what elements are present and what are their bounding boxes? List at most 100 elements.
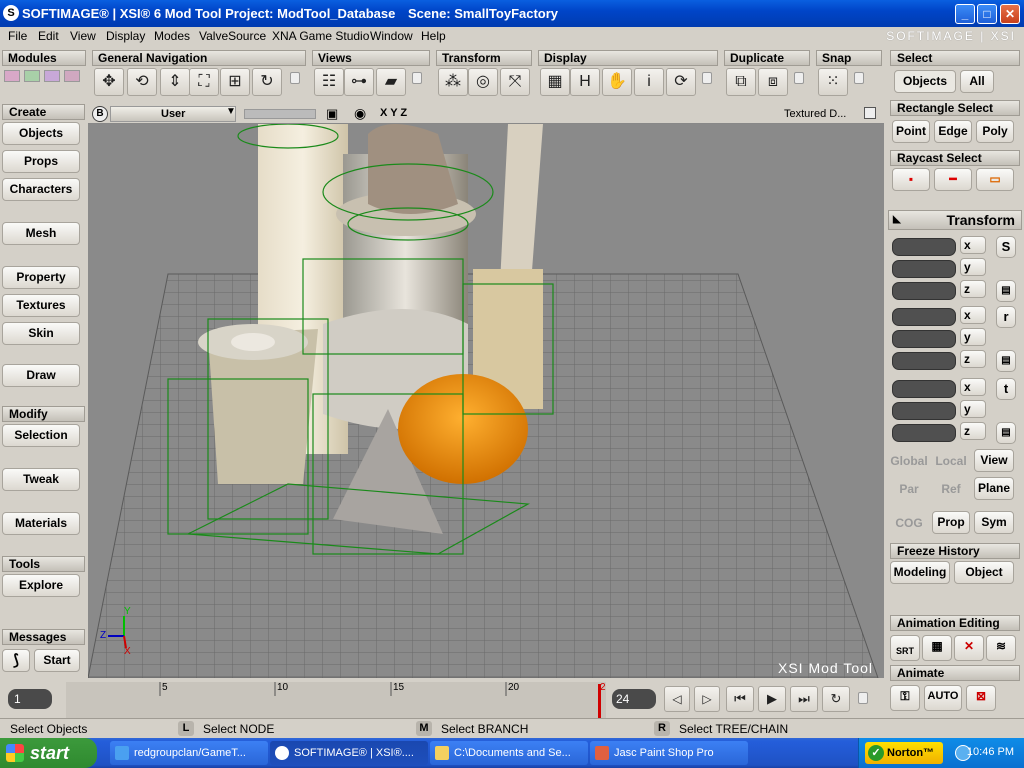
select-all-button[interactable]: All: [960, 70, 994, 93]
raycast-poly-icon[interactable]: ▭: [976, 168, 1014, 191]
timeline-ruler[interactable]: 5 10 15 20 2: [66, 682, 606, 718]
snap-options-icon[interactable]: [854, 72, 864, 84]
hide-unhide-icon[interactable]: H: [570, 68, 600, 96]
playback-options-icon[interactable]: [858, 692, 868, 704]
module-swatch[interactable]: [24, 70, 40, 82]
last-frame-icon[interactable]: ⏭: [790, 686, 818, 712]
tools-header[interactable]: Tools: [2, 556, 85, 572]
auto-key-button[interactable]: AUTO: [924, 685, 962, 711]
select-header[interactable]: Select: [890, 50, 1020, 66]
animation-editing-header[interactable]: Animation Editing: [890, 615, 1020, 631]
minimize-button[interactable]: _: [955, 4, 975, 24]
transform-toolbar-header[interactable]: Transform: [436, 50, 532, 66]
translate-z-button[interactable]: z: [960, 422, 986, 440]
chevron-down-icon[interactable]: ▼: [226, 106, 236, 117]
rotate-options-icon[interactable]: ▤: [996, 350, 1016, 372]
cog-button[interactable]: COG: [888, 512, 930, 535]
scale-button[interactable]: S: [996, 236, 1016, 258]
duplicate-options-icon[interactable]: [794, 72, 804, 84]
camera-dropdown[interactable]: User: [110, 106, 236, 122]
modify-tweak-button[interactable]: Tweak: [2, 468, 80, 491]
menu-help[interactable]: Help: [421, 29, 446, 43]
loop-icon[interactable]: ↻: [822, 686, 850, 712]
par-space-button[interactable]: Par: [888, 478, 930, 501]
taskbar-item-softimage[interactable]: SOFTIMAGE® | XSI®....: [270, 741, 428, 765]
navigation-options-icon[interactable]: [290, 72, 300, 84]
duplicate-header[interactable]: Duplicate: [724, 50, 810, 66]
scale-x-button[interactable]: x: [960, 236, 986, 254]
module-swatch[interactable]: [44, 70, 60, 82]
menu-edit[interactable]: Edit: [38, 29, 59, 43]
modules-swatches[interactable]: [4, 70, 84, 84]
display-options-icon[interactable]: [702, 72, 712, 84]
translate-options-icon[interactable]: ▤: [996, 422, 1016, 444]
modules-header[interactable]: Modules: [2, 50, 86, 66]
layers-icon[interactable]: ≋: [986, 635, 1016, 661]
scale-options-icon[interactable]: ▤: [996, 280, 1016, 302]
poly-select-button[interactable]: Poly: [976, 120, 1014, 143]
draw-button[interactable]: Draw: [2, 364, 80, 387]
create-skin-button[interactable]: Skin: [2, 322, 80, 345]
global-space-button[interactable]: Global: [888, 450, 930, 473]
taskbar-item-browser[interactable]: redgroupclan/GameT...: [110, 741, 268, 765]
start-menu-button[interactable]: start: [0, 738, 97, 768]
module-swatch[interactable]: [4, 70, 20, 82]
scale-z-field[interactable]: [892, 282, 956, 300]
create-mesh-button[interactable]: Mesh: [2, 222, 80, 245]
views-options-icon[interactable]: [412, 72, 422, 84]
animate-header[interactable]: Animate: [890, 665, 1020, 681]
scale-z-button[interactable]: z: [960, 280, 986, 298]
start-frame-field[interactable]: 1: [8, 689, 52, 709]
ref-space-button[interactable]: Ref: [932, 478, 970, 501]
srt-button[interactable]: SRT: [890, 635, 920, 661]
transform-panel-header[interactable]: ◣ Transform: [888, 210, 1022, 230]
3d-viewport[interactable]: B User ▼ ▣ ◉ X Y Z Textured D... Y Z X X…: [88, 104, 884, 678]
instance-icon[interactable]: ⧈: [758, 68, 788, 96]
modify-selection-button[interactable]: Selection: [2, 424, 80, 447]
schematic-view-icon[interactable]: ⊶: [344, 68, 374, 96]
snap-header[interactable]: Snap: [816, 50, 882, 66]
rotate-z-field[interactable]: [892, 352, 956, 370]
point-select-button[interactable]: Point: [892, 120, 930, 143]
rotate-tool-icon[interactable]: ◎: [468, 68, 498, 96]
plane-space-button[interactable]: Plane: [974, 477, 1014, 500]
view-space-button[interactable]: View: [974, 449, 1014, 472]
materials-button[interactable]: Materials: [2, 512, 80, 535]
start-button[interactable]: Start: [34, 649, 80, 672]
info-icon[interactable]: i: [634, 68, 664, 96]
create-textures-button[interactable]: Textures: [2, 294, 80, 317]
display-header[interactable]: Display: [538, 50, 718, 66]
rotate-z-button[interactable]: z: [960, 350, 986, 368]
menu-window[interactable]: Window: [370, 29, 413, 43]
modify-header[interactable]: Modify: [2, 406, 85, 422]
orbit-camera-icon[interactable]: ⟲: [127, 68, 157, 96]
funnel-object[interactable]: [368, 124, 458, 214]
translate-x-button[interactable]: x: [960, 378, 986, 396]
reset-camera-icon[interactable]: ↻: [252, 68, 282, 96]
sym-button[interactable]: Sym: [974, 511, 1014, 534]
previous-frame-icon[interactable]: ◁: [664, 686, 690, 712]
command-icon[interactable]: ⟆: [2, 649, 30, 672]
scale-y-button[interactable]: y: [960, 258, 986, 276]
next-frame-icon[interactable]: ▷: [694, 686, 720, 712]
first-frame-icon[interactable]: ⏮: [726, 686, 754, 712]
freeze-modeling-button[interactable]: Modeling: [890, 561, 950, 584]
frame-all-icon[interactable]: ⊞: [220, 68, 250, 96]
raycast-select-header[interactable]: Raycast Select: [890, 150, 1020, 166]
translate-z-field[interactable]: [892, 424, 956, 442]
play-icon[interactable]: ▶: [758, 686, 786, 712]
explorer-view-icon[interactable]: ☷: [314, 68, 344, 96]
module-swatch[interactable]: [64, 70, 80, 82]
menu-display[interactable]: Display: [106, 29, 145, 43]
rotate-y-button[interactable]: y: [960, 328, 986, 346]
collapse-arrow-icon[interactable]: ◣: [893, 211, 901, 229]
prop-button[interactable]: Prop: [932, 511, 970, 534]
menu-xna-game-studio[interactable]: XNA Game Studio: [272, 29, 369, 43]
norton-tray-button[interactable]: ✓ Norton™: [865, 742, 943, 764]
taskbar-item-paintshop[interactable]: Jasc Paint Shop Pro: [590, 741, 748, 765]
create-property-button[interactable]: Property: [2, 266, 80, 289]
viewport-letter-badge[interactable]: B: [92, 106, 108, 122]
messages-header[interactable]: Messages: [2, 629, 85, 645]
eye-icon[interactable]: ◉: [354, 105, 366, 122]
raycast-point-icon[interactable]: ▪: [892, 168, 930, 191]
